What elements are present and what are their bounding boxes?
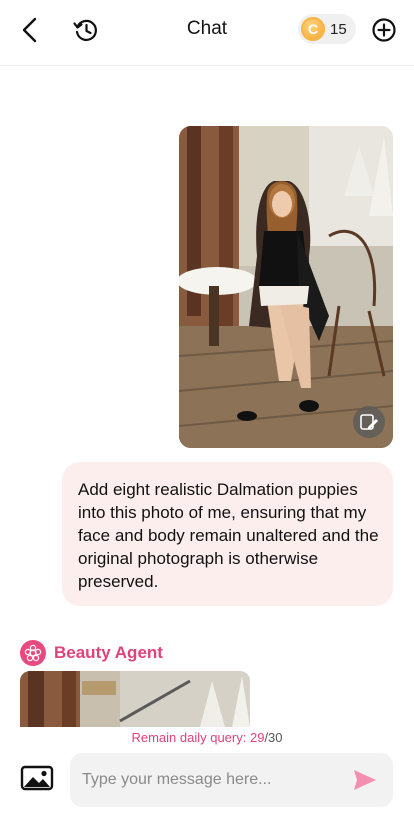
quota-remaining: 29 — [249, 730, 265, 745]
coin-icon: C — [301, 17, 325, 41]
message-input[interactable] — [82, 753, 342, 807]
edit-image-icon — [360, 414, 378, 430]
user-message: Add eight realistic Dalmation puppies in… — [62, 462, 393, 606]
daily-query-quota: Remain daily query: 29/30 — [0, 730, 414, 745]
agent-photo-image — [20, 671, 250, 727]
agent-name: Beauty Agent — [54, 643, 163, 662]
image-icon — [20, 765, 54, 791]
agent-avatar — [20, 640, 46, 666]
user-photo[interactable] — [179, 126, 393, 448]
app-header: Chat C 15 — [0, 0, 414, 66]
plus-circle-icon — [372, 18, 396, 42]
agent-header: Beauty Agent — [20, 640, 163, 666]
send-button[interactable] — [352, 767, 378, 793]
credits-badge[interactable]: C 15 — [298, 14, 356, 44]
credits-count: 15 — [330, 20, 347, 38]
attach-image-button[interactable] — [20, 764, 56, 794]
new-chat-button[interactable] — [366, 12, 402, 48]
quota-label: Remain daily query: — [131, 730, 250, 745]
quota-total: /30 — [264, 730, 283, 745]
edit-photo-button[interactable] — [353, 406, 385, 438]
flower-icon — [24, 644, 42, 662]
message-input-container — [70, 753, 393, 807]
message-composer — [0, 750, 414, 819]
agent-photo[interactable] — [20, 671, 250, 727]
send-icon — [354, 770, 376, 790]
photo-image — [179, 126, 393, 448]
